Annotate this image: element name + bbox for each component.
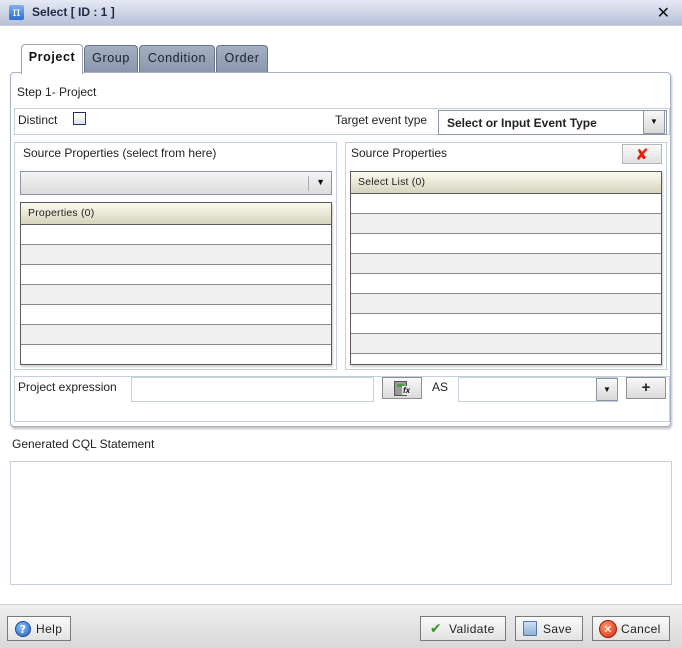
table-row[interactable]: [21, 265, 331, 285]
add-expression-button[interactable]: +: [626, 377, 666, 399]
alias-dropdown-button[interactable]: ▼: [596, 378, 618, 401]
dialog-footer: ? Help ✔ Validate Save ✕ Cancel: [0, 604, 682, 648]
table-row[interactable]: [21, 345, 331, 364]
properties-table-header[interactable]: Properties (0): [21, 203, 331, 225]
target-event-type-select[interactable]: Select or Input Event Type: [438, 110, 667, 135]
chevron-down-icon: ▼: [650, 117, 658, 126]
source-properties-combo[interactable]: ▼: [20, 171, 332, 195]
select-list-table-header[interactable]: Select List (0): [351, 172, 661, 194]
table-row[interactable]: [351, 314, 661, 334]
remove-button[interactable]: ✘: [622, 144, 662, 164]
help-icon: ?: [15, 621, 31, 637]
distinct-checkbox[interactable]: [73, 112, 86, 125]
target-event-type-label: Target event type: [335, 113, 428, 127]
table-row[interactable]: [351, 334, 661, 354]
table-row[interactable]: [351, 294, 661, 314]
chevron-down-icon: ▼: [316, 177, 325, 187]
combo-separator: [308, 176, 309, 191]
chevron-down-icon: ▼: [603, 385, 611, 394]
tab-condition[interactable]: Condition: [139, 45, 215, 73]
cancel-label: Cancel: [621, 622, 661, 636]
generated-cql-textarea[interactable]: [10, 461, 672, 585]
table-row[interactable]: [21, 305, 331, 325]
plus-icon: +: [641, 379, 651, 396]
select-list-table: Select List (0): [350, 171, 662, 365]
close-icon[interactable]: ✕: [657, 3, 670, 22]
table-row[interactable]: [21, 245, 331, 265]
target-event-type-dropdown-button[interactable]: ▼: [643, 110, 665, 134]
floppy-disk-icon: [523, 621, 537, 636]
table-row[interactable]: [351, 254, 661, 274]
cancel-icon: ✕: [599, 620, 617, 638]
tab-project[interactable]: Project: [21, 44, 83, 74]
table-row[interactable]: [21, 285, 331, 305]
as-label: AS: [432, 380, 449, 394]
help-button[interactable]: ? Help: [7, 616, 71, 641]
distinct-label: Distinct: [18, 113, 58, 127]
red-x-icon: ✘: [635, 145, 649, 164]
project-expression-input[interactable]: [131, 377, 374, 402]
function-icon: fx: [402, 386, 412, 395]
table-row[interactable]: [351, 354, 661, 364]
checkmark-icon: ✔: [429, 621, 443, 637]
source-properties-label: Source Properties (select from here): [23, 146, 217, 160]
validate-label: Validate: [449, 622, 495, 636]
step-title: Step 1- Project: [17, 85, 97, 99]
cancel-button[interactable]: ✕ Cancel: [592, 616, 670, 641]
properties-table: Properties (0): [20, 202, 332, 365]
help-label: Help: [36, 622, 63, 636]
generated-cql-label: Generated CQL Statement: [12, 437, 155, 451]
project-expression-label: Project expression: [18, 380, 117, 394]
save-button[interactable]: Save: [515, 616, 583, 641]
target-event-type-value: Select or Input Event Type: [447, 116, 597, 130]
tab-order[interactable]: Order: [216, 45, 268, 73]
validate-button[interactable]: ✔ Validate: [420, 616, 506, 641]
expression-builder-button[interactable]: fx: [382, 377, 422, 399]
pi-icon: π: [9, 5, 24, 20]
tab-group[interactable]: Group: [84, 45, 138, 73]
table-row[interactable]: [351, 194, 661, 214]
table-row[interactable]: [21, 325, 331, 345]
table-row[interactable]: [351, 214, 661, 234]
table-row[interactable]: [351, 274, 661, 294]
table-row[interactable]: [21, 225, 331, 245]
title-bar: π Select [ ID : 1 ] ✕: [0, 0, 682, 26]
select-list-panel-label: Source Properties: [351, 146, 448, 160]
window-title: Select [ ID : 1 ]: [32, 5, 115, 19]
save-label: Save: [543, 622, 572, 636]
table-row[interactable]: [351, 234, 661, 254]
alias-input[interactable]: [458, 377, 618, 402]
